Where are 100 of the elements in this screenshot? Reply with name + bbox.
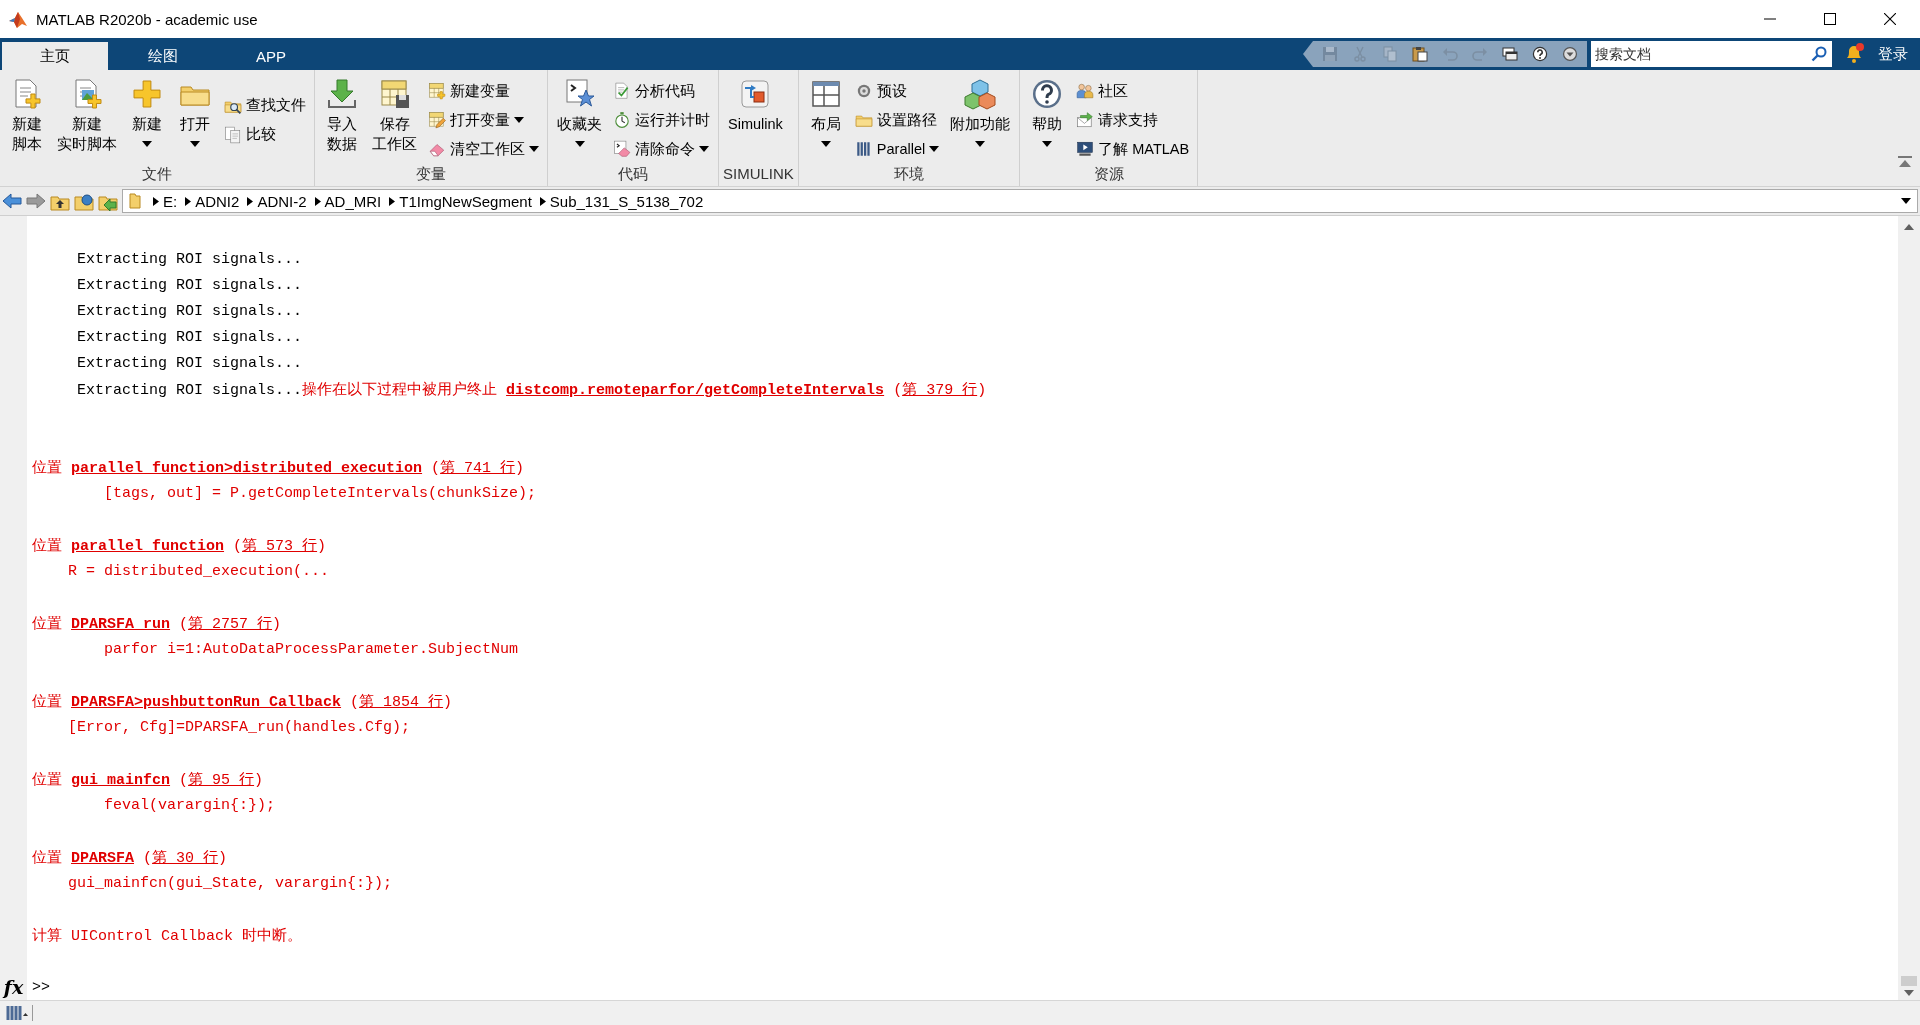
breadcrumb-item[interactable]: ADNI2	[191, 192, 244, 210]
redo-icon	[1472, 46, 1488, 62]
toolstrip-button[interactable]: 清除命令	[609, 137, 714, 161]
function-link[interactable]: parallel_function	[71, 537, 225, 555]
notifications-button[interactable]	[1844, 43, 1864, 65]
clipboard-button[interactable]	[1411, 45, 1429, 63]
folder-icon	[129, 193, 141, 209]
cubes-icon	[964, 78, 997, 110]
console-output: Extracting ROI signals...	[76, 302, 303, 320]
line-number-link[interactable]: 第 1854 行	[359, 693, 444, 711]
function-link[interactable]: gui_mainfcn	[71, 771, 171, 789]
ribbon-tab[interactable]: APP	[218, 42, 324, 70]
toolstrip-button[interactable]: 社区	[1072, 79, 1194, 103]
breadcrumb-arrow-icon	[314, 196, 321, 206]
breadcrumb-item[interactable]: T1ImgNewSegment	[395, 192, 536, 210]
toolstrip-button[interactable]: Simulink	[723, 76, 788, 134]
scrollbar-thumb[interactable]	[1901, 976, 1917, 986]
toolstrip-button[interactable]: 运行并计时	[609, 108, 714, 132]
ribbon-group-label: SIMULINK	[723, 164, 794, 184]
ribbon-tab[interactable]: 主页	[2, 42, 108, 70]
toolstrip-button[interactable]: 新建 实时脚本	[52, 76, 122, 154]
toolstrip-button[interactable]: 预设	[850, 79, 944, 103]
line-number-link[interactable]: 第 30 行	[152, 849, 219, 867]
toolstrip-button[interactable]: 比较	[220, 122, 310, 147]
search-field[interactable]: 搜索文档	[1591, 41, 1806, 67]
ribbon-group-label: 变量	[416, 164, 446, 184]
breadcrumb-item[interactable]: ADNI-2	[253, 192, 311, 210]
toolstrip-button[interactable]: 查找文件	[220, 93, 310, 118]
toolstrip-button[interactable]: 设置路径	[850, 108, 944, 132]
error-message: parfor i=1:AutoDataProcessParameter.SubjectNum	[103, 640, 519, 658]
function-link[interactable]: distcomp.remoteparfor/getCompleteIntervals	[506, 381, 885, 399]
function-link[interactable]: DPARSFA>pushbuttonRun_Callback	[71, 693, 342, 711]
toolstrip-button[interactable]: 新建 脚本	[4, 76, 50, 154]
function-link[interactable]: DPARSFA_run	[71, 615, 171, 633]
ribbon-tab[interactable]: 绘图	[110, 42, 216, 70]
toolstrip-button[interactable]: 导入 数据	[319, 76, 365, 154]
console-output: Extracting ROI signals...	[76, 354, 303, 372]
breadcrumb-arrow-icon	[389, 196, 396, 206]
stopwatch-icon	[613, 111, 631, 129]
toolstrip-button[interactable]: 分析代码	[609, 79, 714, 103]
toolstrip-button[interactable]: 打开变量	[424, 108, 543, 132]
console-output: Extracting ROI signals...	[76, 328, 303, 346]
clipboard-icon	[1412, 46, 1428, 62]
search-button[interactable]	[1806, 41, 1832, 67]
ribbon-group-label: 文件	[142, 164, 172, 184]
toolstrip-button[interactable]: Parallel	[850, 137, 944, 161]
toolstrip-button[interactable]: 打开	[172, 76, 218, 154]
download-icon	[326, 78, 358, 110]
documents-icon	[224, 125, 242, 144]
error-message: [tags, out] = P.getCompleteIntervals(chunkSize);	[103, 484, 537, 502]
command-prompt[interactable]: >>	[32, 978, 50, 996]
close-icon	[1884, 13, 1896, 25]
line-number-link[interactable]: 第 741 行	[440, 459, 516, 477]
line-number-link[interactable]: 第 379 行	[902, 381, 978, 399]
toolstrip-button[interactable]: 帮助	[1024, 76, 1071, 154]
toolstrip-button[interactable]: 新建变量	[424, 79, 543, 103]
error-message: 位置 DPARSFA>pushbuttonRun_Callback (第 1854 行)	[32, 692, 453, 711]
line-number-link[interactable]: 第 573 行	[242, 537, 318, 555]
toolstrip-button[interactable]: 新建	[124, 76, 170, 154]
collapse-ribbon-button[interactable]	[1898, 156, 1912, 168]
function-link[interactable]: parallel_function>distributed_execution	[71, 459, 423, 477]
windows-button[interactable]	[1501, 45, 1519, 63]
error-message: 位置 DPARSFA (第 30 行)	[32, 848, 228, 867]
document-star-icon	[563, 78, 596, 110]
browse-folder-button[interactable]	[74, 191, 94, 211]
current-folder-field[interactable]: E: ADNI2 ADNI-2 AD_MRI T1ImgNewSegment Sub_131_S_5138_702	[122, 189, 1918, 213]
dropdown-circle-button[interactable]	[1561, 45, 1579, 63]
help-icon	[1031, 78, 1064, 110]
scissors-icon	[1352, 46, 1368, 62]
sign-in-link[interactable]: 登录	[1874, 44, 1912, 64]
toolstrip-button[interactable]: 请求支持	[1072, 108, 1194, 132]
line-number-link[interactable]: 第 95 行	[188, 771, 255, 789]
vertical-scrollbar[interactable]	[1898, 216, 1920, 1000]
back-button[interactable]	[2, 191, 22, 211]
line-number-link[interactable]: 第 2757 行	[188, 615, 273, 633]
breadcrumb-arrow-icon	[185, 196, 192, 206]
maximize-icon	[1824, 13, 1836, 25]
toolstrip-button[interactable]: 了解 MATLAB	[1072, 137, 1194, 161]
breadcrumb-item[interactable]: Sub_131_S_5138_702	[545, 192, 708, 210]
error-message: 位置 DPARSFA_run (第 2757 行)	[32, 614, 282, 633]
parallel-status-button[interactable]	[6, 1005, 33, 1021]
scroll-down-icon	[1904, 990, 1914, 996]
window-grid-icon	[809, 78, 842, 110]
breadcrumb-item[interactable]: AD_MRI	[320, 192, 386, 210]
breadcrumb-item[interactable]: E:	[159, 192, 182, 210]
save-icon	[1322, 46, 1338, 62]
toolstrip-button[interactable]: 清空工作区	[424, 137, 543, 161]
function-browser-button[interactable]: fx	[3, 976, 24, 998]
monitor-play-icon	[1076, 140, 1095, 158]
console-output: Extracting ROI signals...	[76, 250, 303, 268]
block-diagram-icon	[739, 78, 772, 110]
toolstrip-button[interactable]: 保存 工作区	[367, 76, 422, 154]
help-button[interactable]	[1531, 45, 1549, 63]
toolstrip-button[interactable]: 收藏夹	[552, 76, 607, 154]
toolstrip-button[interactable]: 布局	[802, 76, 849, 154]
window-title: MATLAB R2020b - academic use	[36, 10, 258, 28]
breadcrumb-arrow-icon	[539, 196, 546, 206]
toolstrip-button[interactable]: 附加功能	[945, 76, 1016, 154]
console-output: Extracting ROI signals...操作在以下过程中被用户终止 distcomp.remoteparfor/getCompleteIntervals (第 379 行)	[76, 380, 987, 399]
function-link[interactable]: DPARSFA	[71, 849, 135, 867]
